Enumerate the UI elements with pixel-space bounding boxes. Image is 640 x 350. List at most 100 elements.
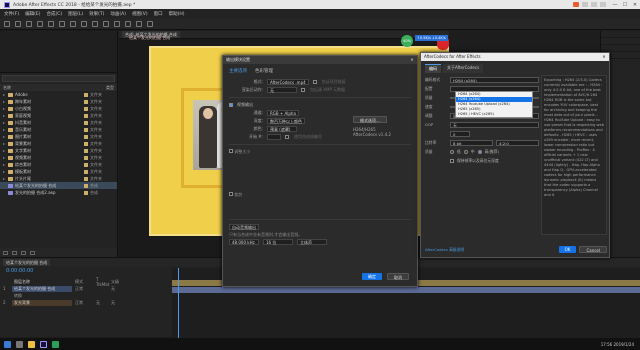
project-item[interactable]: ▸ 视频素材 文件夹 <box>0 154 117 161</box>
close-button[interactable]: ✕ <box>630 2 640 8</box>
brush-tool-icon[interactable] <box>114 20 120 27</box>
project-item[interactable]: 发光的拍摄 合成2.aep 合成 <box>0 189 117 196</box>
menu-effect[interactable]: 效果(T) <box>89 11 104 17</box>
label-color-swatch[interactable] <box>84 183 88 188</box>
camera-tool-icon[interactable] <box>59 20 65 27</box>
layer-mode-select[interactable]: 正常 <box>75 300 93 306</box>
menu-animation[interactable]: 动画(A) <box>110 11 126 17</box>
clone-tool-icon[interactable] <box>125 20 131 27</box>
expand-arrow-icon[interactable]: ▸ <box>3 169 6 174</box>
column-name[interactable]: 名称 <box>3 85 106 91</box>
new-composition-icon[interactable] <box>21 250 26 255</box>
layer-row[interactable]: 1 给某个发光的拍摄 合成 正常 无 <box>0 285 170 292</box>
radio-high[interactable] <box>477 149 482 154</box>
label-color-swatch[interactable] <box>84 169 88 174</box>
format-options-button[interactable]: 格式选项... <box>353 116 387 123</box>
trash-icon[interactable] <box>30 250 35 255</box>
layer-name[interactable]: 给某个发光的拍摄 合成 <box>12 285 72 292</box>
expand-arrow-icon[interactable]: ▸ <box>3 120 6 125</box>
playhead[interactable] <box>178 268 179 338</box>
current-time-display[interactable]: 0:00:00:00 <box>6 268 33 274</box>
menu-help[interactable]: 帮助(H) <box>169 11 185 17</box>
post-render-select[interactable]: 无 <box>267 87 297 93</box>
layer-property-row[interactable]: 转换 <box>0 292 170 299</box>
column-mode[interactable]: 模式 <box>75 279 93 285</box>
include-xmp-checkbox[interactable] <box>301 88 305 92</box>
expand-arrow-icon[interactable]: ▸ <box>3 162 6 167</box>
radio-medium[interactable] <box>463 149 468 154</box>
color-select[interactable]: 预乘 (遮罩) <box>267 126 297 132</box>
gop-select[interactable]: 无 <box>450 121 539 128</box>
layer-row[interactable]: 2 发光背景 正常 无 无 <box>0 299 170 306</box>
project-item[interactable]: ▸ 模板素材 文件夹 <box>0 168 117 175</box>
project-item[interactable]: ▸ 片头片尾 文件夹 <box>0 175 117 182</box>
pan-behind-tool-icon[interactable] <box>70 20 76 27</box>
layer-trkmat-select[interactable]: 无 <box>96 300 108 306</box>
expand-arrow-icon[interactable]: ▸ <box>3 106 6 111</box>
expand-arrow-icon[interactable]: ▸ <box>3 99 6 104</box>
advanced-help-link[interactable]: AfterCodecs 高级说明 <box>425 247 464 253</box>
clock[interactable]: 17:56 2019/1/24 <box>601 342 634 347</box>
label-color-swatch[interactable] <box>84 162 88 167</box>
sogou-icon[interactable] <box>573 2 579 7</box>
column-parent[interactable]: 父级 <box>111 279 129 285</box>
panel-row[interactable] <box>601 45 640 52</box>
label-color-swatch[interactable] <box>84 113 88 118</box>
project-item[interactable]: ▸ Adobe 文件夹 <box>0 91 117 98</box>
project-item[interactable]: ▸ 背景素材 文件夹 <box>0 140 117 147</box>
layer-parent-select[interactable]: 无 <box>111 300 129 306</box>
search-icon[interactable] <box>16 340 23 348</box>
bits-select[interactable]: 8 bit <box>450 139 493 146</box>
puppet-tool-icon[interactable] <box>147 20 153 27</box>
audio-bits-select[interactable]: 16 位 <box>263 239 293 245</box>
after-effects-taskbar-icon[interactable] <box>40 340 47 348</box>
ok-button[interactable]: 确定 <box>362 273 382 280</box>
close-icon[interactable]: ✕ <box>407 56 417 64</box>
project-item[interactable]: ▸ 图片素材 文件夹 <box>0 133 117 140</box>
audio-rate-select[interactable]: 48.000 kHz <box>229 239 259 245</box>
column-trkmat[interactable]: T TrkMat <box>96 277 109 287</box>
transform-property[interactable]: 转换 <box>12 293 72 299</box>
menu-composition[interactable]: 合成(C) <box>46 11 62 17</box>
project-item[interactable]: ▸ 音乐素材 文件夹 <box>0 126 117 133</box>
shape-tool-icon[interactable] <box>81 20 87 27</box>
column-type[interactable]: 类型 <box>106 85 114 91</box>
label-color-swatch[interactable] <box>84 148 88 153</box>
video-output-checkbox[interactable] <box>229 103 233 107</box>
rotate-tool-icon[interactable] <box>48 20 54 27</box>
tab-timeline[interactable]: 给某个发光的拍摄 合成 <box>3 258 51 266</box>
label-color-swatch[interactable] <box>84 134 88 139</box>
expand-arrow-icon[interactable]: ▸ <box>3 127 6 132</box>
label-color-swatch[interactable] <box>84 99 88 104</box>
gop-input[interactable]: 0 <box>450 130 470 137</box>
tray-icon[interactable] <box>591 2 597 7</box>
label-color-swatch[interactable] <box>84 176 88 181</box>
expand-arrow-icon[interactable]: ▸ <box>3 141 6 146</box>
file-explorer-icon[interactable] <box>28 340 35 348</box>
close-icon[interactable]: ✕ <box>599 53 609 61</box>
expand-arrow-icon[interactable]: ▸ <box>3 155 6 160</box>
interpret-footage-icon[interactable] <box>3 250 8 255</box>
project-search-input[interactable] <box>2 75 115 82</box>
network-speed-badge[interactable]: 40% <box>401 35 413 47</box>
label-color-swatch[interactable] <box>84 141 88 146</box>
tab-color-management[interactable]: 色彩管理 <box>255 68 273 74</box>
new-folder-icon[interactable] <box>12 250 17 255</box>
menu-edit[interactable]: 编辑(E) <box>25 11 40 17</box>
label-color-swatch[interactable] <box>84 120 88 125</box>
label-color-swatch[interactable] <box>84 92 88 97</box>
menu-window[interactable]: 窗口 <box>154 11 163 17</box>
project-item[interactable]: ▸ 小白视频 文件夹 <box>0 105 117 112</box>
crop-checkbox[interactable] <box>229 192 233 196</box>
panel-row[interactable] <box>601 31 640 38</box>
expand-arrow-icon[interactable]: ▸ <box>3 113 6 118</box>
hand-tool-icon[interactable] <box>26 20 32 27</box>
samples-select[interactable]: 4:2:0 <box>496 139 539 146</box>
menu-layer[interactable]: 图层(L) <box>68 11 83 17</box>
encoder-select[interactable]: H264 (x264) <box>450 76 539 83</box>
start-icon[interactable] <box>4 340 11 348</box>
expand-arrow-icon[interactable]: ▸ <box>3 176 6 181</box>
cancel-button[interactable]: 取消 <box>387 273 409 280</box>
expand-arrow-icon[interactable]: ▸ <box>3 134 6 139</box>
ok-button[interactable]: OK <box>558 246 577 253</box>
